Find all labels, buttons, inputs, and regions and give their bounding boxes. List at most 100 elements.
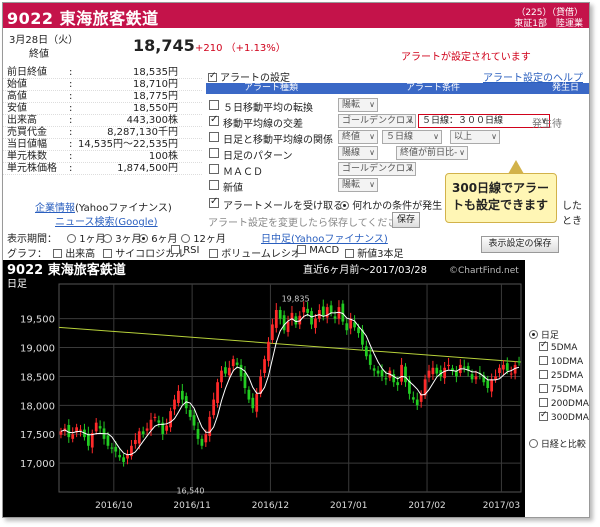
candle-body	[141, 431, 145, 435]
chart-title: 9022 東海旅客鉄道	[7, 262, 126, 278]
period-radio[interactable]	[67, 234, 76, 243]
legend-daily-radio[interactable]	[529, 330, 538, 339]
graph-option[interactable]: RSI	[171, 245, 199, 256]
x-tick-label: 2016/12	[252, 501, 289, 511]
quote-row: 高値: 18,775円	[3, 91, 202, 103]
graph-option-checkbox[interactable]	[171, 245, 180, 254]
legend-ma-checkbox[interactable]	[539, 398, 548, 407]
period-radio[interactable]	[139, 234, 148, 243]
candle-body	[271, 324, 274, 341]
candle-body	[415, 399, 419, 406]
legend-ma-checkbox[interactable]	[539, 356, 548, 365]
candle-body	[282, 315, 286, 331]
alert-help-link[interactable]: アラート設定のヘルプ	[483, 69, 583, 84]
legend-compare-radio[interactable]	[529, 439, 538, 448]
legend-ma-item[interactable]: 300DMA	[539, 410, 589, 423]
quote-date: 3月28日（火）	[9, 35, 79, 46]
price-change: +210 （+1.13%）	[195, 43, 286, 54]
mail-option[interactable]: 何れかの条件が発生	[340, 197, 442, 212]
mail-option-radio[interactable]	[340, 201, 349, 210]
y-tick-label: 17,000	[20, 459, 55, 470]
candle-body	[302, 307, 306, 313]
mail-checkbox[interactable]	[209, 196, 219, 208]
quote-value: 8,287,130千円	[107, 127, 178, 138]
alert-condition-select[interactable]: 以上	[450, 130, 500, 144]
legend-ma-item[interactable]: 75DMA	[539, 384, 583, 395]
alert-condition-select[interactable]: ５日線：３００日線	[418, 114, 550, 128]
alert-condition-select[interactable]: 終値が前日比-	[396, 146, 468, 160]
ma300-line	[58, 326, 522, 363]
legend-ma-checkbox[interactable]	[539, 410, 548, 421]
graph-option[interactable]: 出来高	[53, 245, 95, 260]
legend-compare[interactable]: 日経と比較	[529, 437, 586, 450]
period-option[interactable]: 3ヶ月	[103, 230, 142, 245]
candle-body	[216, 382, 219, 404]
alert-enable-checkbox[interactable]	[208, 71, 217, 82]
candle-body	[157, 420, 161, 423]
graph-option-label: 新値3本足	[357, 249, 404, 260]
candle-body	[59, 431, 63, 435]
alert-condition-select[interactable]: 陽転	[338, 178, 378, 192]
quote-row: 安値: 18,550円	[3, 103, 202, 115]
alert-condition-select[interactable]: ゴールデンクロス	[338, 162, 416, 176]
alert-row-checkbox[interactable]	[209, 114, 219, 126]
graph-option[interactable]: 新値3本足	[345, 245, 404, 260]
candle-body	[345, 323, 349, 331]
alert-condition-select[interactable]: ゴールデンクロス	[338, 114, 416, 128]
save-view-button[interactable]: 表示設定の保存	[481, 236, 559, 253]
plot-frame	[58, 283, 522, 493]
alert-row-checkbox[interactable]	[209, 100, 219, 110]
period-radio[interactable]	[181, 234, 190, 243]
x-tick-label: 2016/11	[173, 501, 210, 511]
y-tick-label: 18,000	[20, 401, 55, 412]
legend-ma-checkbox[interactable]	[539, 384, 548, 393]
alert-row: 日足と移動平均線の関係終値 ５日線以上	[206, 129, 589, 146]
candle-body	[384, 378, 388, 380]
alert-row-checkbox[interactable]	[209, 180, 219, 190]
alert-condition-select[interactable]: 終値	[338, 130, 378, 144]
alert-row-checkbox[interactable]	[209, 164, 219, 174]
legend-ma-item[interactable]: 5DMA	[539, 340, 577, 353]
alert-condition-select[interactable]: 陽線	[338, 146, 378, 160]
period-option[interactable]: 6ヶ月	[139, 230, 178, 245]
graph-option-checkbox[interactable]	[103, 249, 112, 258]
legend-ma-checkbox[interactable]	[539, 340, 548, 351]
alert-save-button[interactable]: 保存	[392, 212, 420, 228]
period-radio[interactable]	[103, 234, 112, 243]
graph-option-checkbox[interactable]	[209, 249, 218, 258]
alert-header: アラートの設定	[208, 69, 290, 84]
graph-option-checkbox[interactable]	[53, 249, 62, 258]
quote-table: 前日終値: 18,535円 始値: 18,710円 高値: 18,775円 安値: 18,55…	[3, 67, 202, 175]
legend-ma-label: 10DMA	[550, 357, 584, 367]
candle-body	[94, 422, 98, 432]
legend-ma-item[interactable]: 25DMA	[539, 370, 583, 381]
graph-option[interactable]: MACD	[297, 245, 339, 256]
quote-row: 単元株数: 100株	[3, 151, 202, 163]
news-search-link[interactable]: ニュース検索(Google)	[55, 213, 158, 228]
quote-key: 当日値幅	[7, 139, 47, 150]
low-annotation: 16,540	[176, 487, 204, 496]
legend-ma-checkbox[interactable]	[539, 370, 548, 379]
alert-column-header: アラート種類 アラート条件 発生日	[206, 83, 589, 94]
graph-option-checkbox[interactable]	[297, 245, 306, 254]
alert-row-checkbox[interactable]	[209, 148, 219, 158]
candle-body	[431, 367, 435, 375]
period-option[interactable]: 12ヶ月	[181, 230, 226, 245]
intraday-link[interactable]: 日中足(Yahooファイナンス)	[261, 230, 388, 245]
candle-body	[278, 310, 282, 319]
quote-sep: :	[69, 79, 73, 90]
graph-option[interactable]: ボリュームレシオ	[209, 245, 301, 260]
legend-ma-item[interactable]: 200DMA	[539, 398, 589, 409]
alert-condition-select[interactable]: 陽転	[338, 98, 378, 112]
candle-body	[368, 354, 372, 365]
alert-row-checkbox[interactable]	[209, 132, 219, 142]
quote-key: 売買代金	[7, 127, 47, 138]
legend-ma-item[interactable]: 10DMA	[539, 356, 583, 367]
period-option[interactable]: 1ヶ月	[67, 230, 106, 245]
candle-body	[427, 370, 431, 378]
graph-option-checkbox[interactable]	[345, 249, 354, 258]
x-tick-label: 2017/02	[408, 501, 445, 511]
alert-condition-select[interactable]: ５日線	[382, 130, 442, 144]
candle-body	[396, 382, 400, 386]
alert-row-name: 新値	[223, 183, 243, 194]
